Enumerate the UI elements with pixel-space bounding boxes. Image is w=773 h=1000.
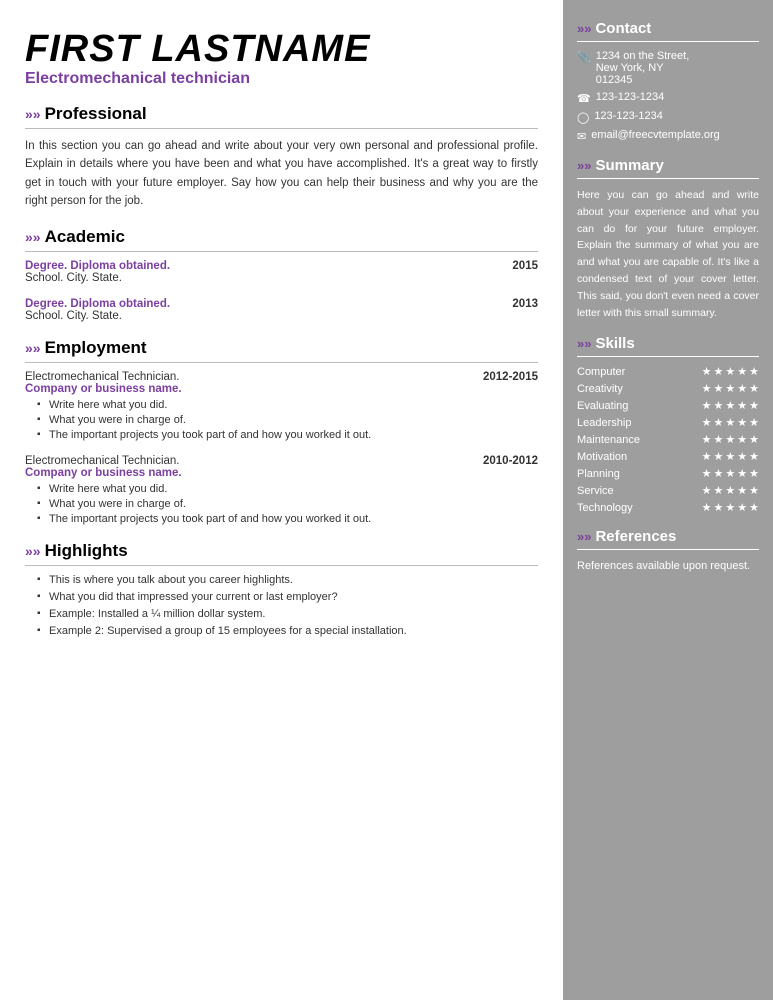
professional-divider [25, 128, 538, 129]
skill-row-computer: Computer ★ ★ ★ ★ ★ [577, 365, 759, 378]
skill-stars-technology: ★ ★ ★ ★ ★ [702, 501, 759, 514]
job-title: Electromechanical technician [25, 70, 538, 88]
arrow-icon-professional: »» [25, 106, 41, 122]
phone-icon: ☎ [577, 92, 591, 105]
skill-row-maintenance: Maintenance ★ ★ ★ ★ ★ [577, 433, 759, 446]
arrow-icon-employment: »» [25, 340, 41, 356]
mobile-icon: ◯ [577, 111, 589, 124]
skill-row-service: Service ★ ★ ★ ★ ★ [577, 484, 759, 497]
arrow-icon-summary: »» [577, 158, 591, 173]
skill-stars-motivation: ★ ★ ★ ★ ★ [702, 450, 759, 463]
employment-row-1: Electromechanical Technician. 2012-2015 [25, 371, 538, 383]
arrow-icon-academic: »» [25, 229, 41, 245]
employment-section-title: »» Employment [25, 338, 538, 358]
academic-entry-1: Degree. Diploma obtained. School. City. … [25, 260, 538, 284]
skill-stars-evaluating: ★ ★ ★ ★ ★ [702, 399, 759, 412]
bullet-item: The important projects you took part of … [37, 429, 538, 441]
references-text: References available upon request. [577, 558, 759, 575]
contact-email: ✉ email@freecvtemplate.org [577, 129, 759, 143]
academic-section-title: »» Academic [25, 227, 538, 247]
academic-entry-2: Degree. Diploma obtained. School. City. … [25, 298, 538, 322]
bullet-item: What you were in charge of. [37, 498, 538, 510]
academic-row-1: Degree. Diploma obtained. School. City. … [25, 260, 538, 284]
employment-bullets-1: Write here what you did. What you were i… [25, 399, 538, 441]
address-text: 1234 on the Street, New York, NY 012345 [596, 50, 690, 86]
employment-row-2: Electromechanical Technician. 2010-2012 [25, 455, 538, 467]
skill-row-technology: Technology ★ ★ ★ ★ ★ [577, 501, 759, 514]
academic-degree-2: Degree. Diploma obtained. School. City. … [25, 298, 170, 322]
references-divider [577, 549, 759, 550]
employment-entry-2: Electromechanical Technician. 2010-2012 … [25, 455, 538, 525]
employment-bullets-2: Write here what you did. What you were i… [25, 483, 538, 525]
professional-text: In this section you can go ahead and wri… [25, 137, 538, 211]
name-block: FIRST LASTNAME Electromechanical technic… [25, 30, 538, 88]
arrow-icon-highlights: »» [25, 543, 41, 559]
arrow-icon-contact: »» [577, 21, 591, 36]
academic-divider [25, 251, 538, 252]
bullet-item: Write here what you did. [37, 483, 538, 495]
skill-stars-service: ★ ★ ★ ★ ★ [702, 484, 759, 497]
contact-phone2: ◯ 123-123-1234 [577, 110, 759, 124]
skill-row-motivation: Motivation ★ ★ ★ ★ ★ [577, 450, 759, 463]
contact-section-title: »» Contact [577, 20, 759, 37]
bullet-item: Write here what you did. [37, 399, 538, 411]
contact-address: 📎 1234 on the Street, New York, NY 01234… [577, 50, 759, 86]
skill-row-leadership: Leadership ★ ★ ★ ★ ★ [577, 416, 759, 429]
professional-section-title: »» Professional [25, 104, 538, 124]
left-panel: FIRST LASTNAME Electromechanical technic… [0, 0, 563, 1000]
academic-year-1: 2015 [512, 260, 538, 272]
highlights-section-title: »» Highlights [25, 541, 538, 561]
highlight-item: This is where you talk about you career … [37, 574, 538, 586]
skills-divider [577, 356, 759, 357]
summary-text: Here you can go ahead and write about yo… [577, 187, 759, 321]
skill-row-creativity: Creativity ★ ★ ★ ★ ★ [577, 382, 759, 395]
highlight-item: Example: Installed a ¼ million dollar sy… [37, 608, 538, 620]
academic-year-2: 2013 [512, 298, 538, 310]
skills-list: Computer ★ ★ ★ ★ ★ Creativity ★ ★ ★ ★ ★ … [577, 365, 759, 514]
contact-phone1: ☎ 123-123-1234 [577, 91, 759, 105]
employment-divider [25, 362, 538, 363]
bullet-item: The important projects you took part of … [37, 513, 538, 525]
right-panel: »» Contact 📎 1234 on the Street, New Yor… [563, 0, 773, 1000]
skill-row-planning: Planning ★ ★ ★ ★ ★ [577, 467, 759, 480]
address-icon: 📎 [577, 51, 591, 64]
employment-entry-1: Electromechanical Technician. 2012-2015 … [25, 371, 538, 441]
skill-stars-leadership: ★ ★ ★ ★ ★ [702, 416, 759, 429]
skill-stars-maintenance: ★ ★ ★ ★ ★ [702, 433, 759, 446]
highlights-list: This is where you talk about you career … [25, 574, 538, 637]
arrow-icon-references: »» [577, 529, 591, 544]
full-name: FIRST LASTNAME [25, 30, 538, 68]
skill-stars-planning: ★ ★ ★ ★ ★ [702, 467, 759, 480]
bullet-item: What you were in charge of. [37, 414, 538, 426]
highlight-item: What you did that impressed your current… [37, 591, 538, 603]
highlights-divider [25, 565, 538, 566]
academic-row-2: Degree. Diploma obtained. School. City. … [25, 298, 538, 322]
summary-section-title: »» Summary [577, 157, 759, 174]
contact-divider [577, 41, 759, 42]
skill-stars-computer: ★ ★ ★ ★ ★ [702, 365, 759, 378]
email-icon: ✉ [577, 130, 586, 143]
summary-divider [577, 178, 759, 179]
arrow-icon-skills: »» [577, 336, 591, 351]
skill-stars-creativity: ★ ★ ★ ★ ★ [702, 382, 759, 395]
references-section-title: »» References [577, 528, 759, 545]
skill-row-evaluating: Evaluating ★ ★ ★ ★ ★ [577, 399, 759, 412]
academic-degree-1: Degree. Diploma obtained. School. City. … [25, 260, 170, 284]
highlight-item: Example 2: Supervised a group of 15 empl… [37, 625, 538, 637]
skills-section-title: »» Skills [577, 335, 759, 352]
